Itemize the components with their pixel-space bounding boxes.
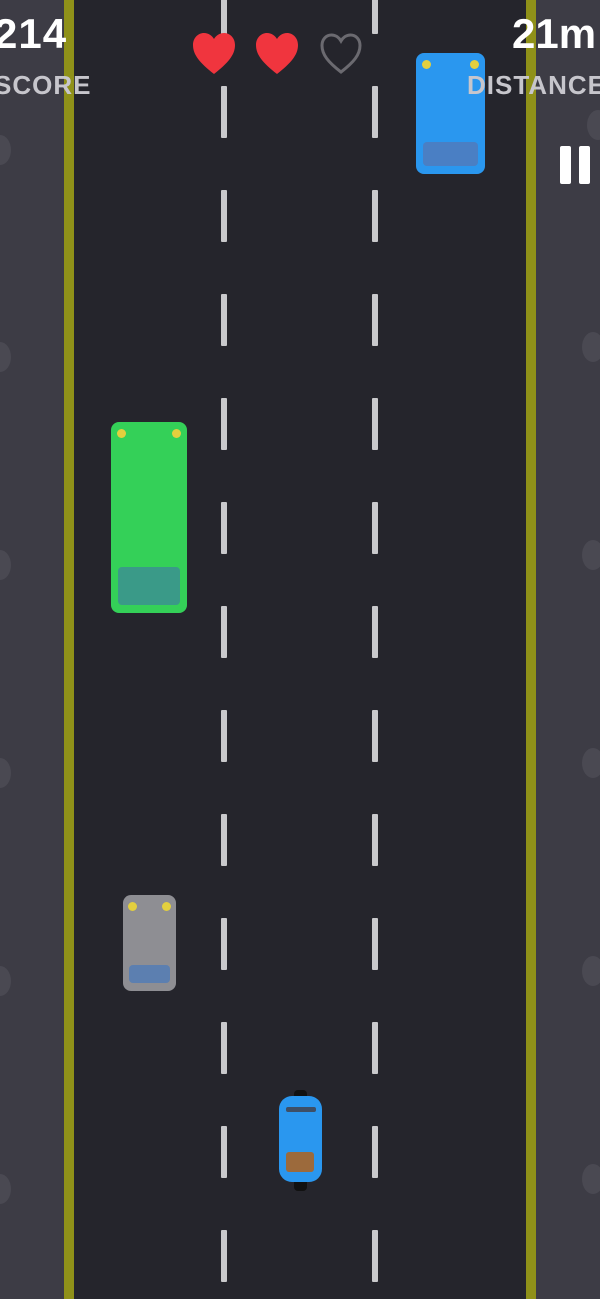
lane-dash [221, 190, 227, 242]
left-roadside [0, 0, 64, 1299]
lane-dash [372, 814, 378, 866]
pause-button[interactable] [560, 146, 594, 186]
lane-dash [372, 398, 378, 450]
heart-empty-icon [320, 33, 362, 74]
lane-divider-right [372, 0, 378, 1299]
roadside-bump [582, 332, 600, 362]
lane-dash [372, 86, 378, 138]
headlight [128, 902, 137, 911]
road [74, 0, 526, 1299]
lane-dash [221, 502, 227, 554]
pause-icon [560, 146, 571, 184]
headlight [117, 429, 126, 438]
roadside-bump [0, 342, 11, 372]
headlight [172, 429, 181, 438]
roadside-bump [587, 110, 600, 140]
heart-full-icon [193, 33, 235, 74]
rear-window [129, 965, 170, 983]
headlight [422, 60, 431, 69]
lane-dash [372, 606, 378, 658]
right-edge-line [526, 0, 536, 1299]
rear-window [423, 142, 478, 166]
rear-window [118, 567, 180, 605]
right-roadside [536, 0, 600, 1299]
roadside-bump [0, 1174, 11, 1204]
green-bus [111, 422, 187, 613]
seat [286, 1152, 314, 1172]
roadside-bump [0, 758, 11, 788]
roadside-bump [582, 956, 600, 986]
lane-dash [221, 294, 227, 346]
score-value: 214 [0, 10, 68, 57]
roadside-bump [582, 1164, 600, 1194]
gray-car [123, 895, 176, 991]
lane-dash [372, 1022, 378, 1074]
lane-dash [221, 398, 227, 450]
lane-dash [372, 502, 378, 554]
roadside-bump [0, 135, 11, 165]
pause-icon [579, 146, 590, 184]
score-label: SCORE [0, 70, 92, 100]
lane-dash [372, 1230, 378, 1282]
lane-divider-left [221, 0, 227, 1299]
roadside-bump [582, 748, 600, 778]
lane-dash [221, 918, 227, 970]
heart-full-icon [256, 33, 298, 74]
lane-dash [221, 606, 227, 658]
distance-label: DISTANCE [467, 70, 600, 100]
lane-dash [372, 294, 378, 346]
distance-value: 21m [512, 10, 597, 57]
lane-dash [372, 190, 378, 242]
roadside-bump [0, 966, 11, 996]
roadside-bump [582, 540, 600, 570]
lane-dash [221, 86, 227, 138]
lane-dash [221, 814, 227, 866]
lane-dash [372, 1126, 378, 1178]
handlebar [286, 1107, 316, 1112]
lane-dash [221, 710, 227, 762]
headlight [162, 902, 171, 911]
lane-dash [221, 0, 227, 34]
game-scene: 214 SCORE 21m DISTANCE [0, 0, 600, 1299]
roadside-bump [0, 550, 11, 580]
headlight [470, 60, 479, 69]
lane-dash [221, 1126, 227, 1178]
lane-dash [372, 918, 378, 970]
lane-dash [221, 1230, 227, 1282]
player-motorcycle [278, 1090, 323, 1191]
lane-dash [372, 710, 378, 762]
lane-dash [372, 0, 378, 34]
left-edge-line [64, 0, 74, 1299]
lane-dash [221, 1022, 227, 1074]
